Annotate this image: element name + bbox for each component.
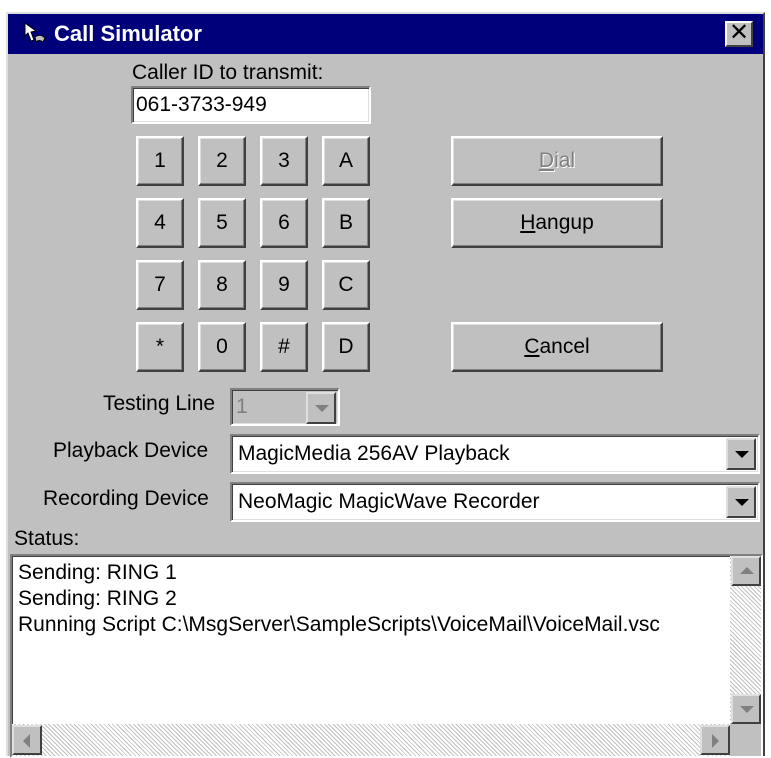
- recording-device-select[interactable]: NeoMagic MagicWave Recorder: [230, 482, 760, 522]
- keypad-key-label: 0: [216, 335, 228, 358]
- app-icon: [24, 22, 46, 44]
- scroll-up-button[interactable]: [731, 556, 761, 586]
- caller-id-value: 061-3733-949: [136, 93, 267, 116]
- keypad-key[interactable]: 9: [260, 260, 308, 310]
- keypad-key[interactable]: D: [322, 322, 370, 372]
- chevron-down-icon[interactable]: [726, 486, 756, 518]
- chevron-down-icon: [740, 706, 754, 713]
- close-button[interactable]: ✕: [725, 21, 753, 47]
- testing-line-label: Testing Line: [103, 392, 216, 415]
- keypad-key[interactable]: 3: [260, 136, 308, 186]
- chevron-down-icon[interactable]: [306, 392, 336, 424]
- keypad-key[interactable]: 5: [198, 198, 246, 248]
- keypad-key-label: A: [338, 149, 353, 172]
- keypad-key[interactable]: A: [322, 136, 370, 186]
- status-line: Running Script C:\MsgServer\SampleScript…: [18, 613, 660, 636]
- keypad-key[interactable]: #: [260, 322, 308, 372]
- keypad-key-label: 3: [278, 149, 290, 172]
- scroll-down-button[interactable]: [731, 694, 761, 724]
- testing-line-value: 1: [236, 395, 248, 418]
- keypad-key-label: C: [338, 273, 354, 296]
- keypad-key-label: *: [155, 335, 165, 358]
- keypad-key-label: B: [338, 211, 353, 234]
- chevron-up-icon: [740, 567, 754, 574]
- close-icon: ✕: [728, 19, 750, 46]
- scroll-left-button[interactable]: [12, 725, 42, 755]
- hangup-button[interactable]: Hangup: [451, 198, 663, 248]
- recording-device-label: Recording Device: [43, 487, 209, 510]
- keypad-key[interactable]: 8: [198, 260, 246, 310]
- keypad-key[interactable]: 0: [198, 322, 246, 372]
- title-bar[interactable]: Call Simulator ✕: [8, 14, 763, 54]
- keypad-key[interactable]: C: [322, 260, 370, 310]
- keypad-key[interactable]: *: [136, 322, 184, 372]
- recording-device-value: NeoMagic MagicWave Recorder: [238, 490, 540, 513]
- cancel-button-label: Cancel: [524, 335, 590, 358]
- keypad-key[interactable]: 6: [260, 198, 308, 248]
- keypad-key-label: 1: [154, 149, 166, 172]
- keypad-key-label: 5: [216, 211, 228, 234]
- keypad-key[interactable]: B: [322, 198, 370, 248]
- keypad-key-label: 8: [216, 273, 228, 296]
- status-log[interactable]: Sending: RING 1 Sending: RING 2 Running Sc…: [10, 554, 763, 758]
- call-simulator-window: Call Simulator ✕ Caller ID to transmit: …: [6, 12, 765, 758]
- status-lines: Sending: RING 1 Sending: RING 2 Running Sc…: [18, 560, 660, 638]
- keypad-key-label: #: [278, 335, 290, 358]
- chevron-down-icon[interactable]: [726, 438, 756, 470]
- caller-id-input[interactable]: 061-3733-949: [131, 86, 371, 124]
- caller-id-label: Caller ID to transmit:: [132, 61, 324, 84]
- keypad-key-label: 4: [154, 211, 166, 234]
- keypad-key[interactable]: 1: [136, 136, 184, 186]
- keypad-key-label: 2: [216, 149, 228, 172]
- scroll-right-button[interactable]: [700, 725, 730, 755]
- status-line: Sending: RING 2: [18, 587, 177, 610]
- dial-button[interactable]: Dial: [451, 136, 663, 186]
- keypad-key[interactable]: 4: [136, 198, 184, 248]
- keypad-key-label: 7: [154, 273, 166, 296]
- keypad-key[interactable]: 2: [198, 136, 246, 186]
- hangup-button-label: Hangup: [520, 211, 594, 234]
- keypad-key-label: 9: [278, 273, 290, 296]
- keypad-key-label: D: [338, 335, 354, 358]
- cancel-button[interactable]: Cancel: [451, 322, 663, 372]
- chevron-right-icon: [712, 734, 719, 748]
- playback-device-value: MagicMedia 256AV Playback: [238, 442, 510, 465]
- dial-button-label: Dial: [538, 149, 576, 172]
- keypad-key-label: 6: [278, 211, 290, 234]
- testing-line-select[interactable]: 1: [230, 388, 340, 426]
- chevron-left-icon: [23, 734, 30, 748]
- playback-device-label: Playback Device: [53, 439, 209, 462]
- playback-device-select[interactable]: MagicMedia 256AV Playback: [230, 434, 760, 474]
- window-title: Call Simulator: [54, 21, 202, 46]
- scrollbar-corner: [730, 724, 761, 756]
- keypad-key[interactable]: 7: [136, 260, 184, 310]
- status-line: Sending: RING 1: [18, 561, 177, 584]
- horizontal-scrollbar[interactable]: [12, 724, 730, 756]
- status-label: Status:: [14, 527, 80, 550]
